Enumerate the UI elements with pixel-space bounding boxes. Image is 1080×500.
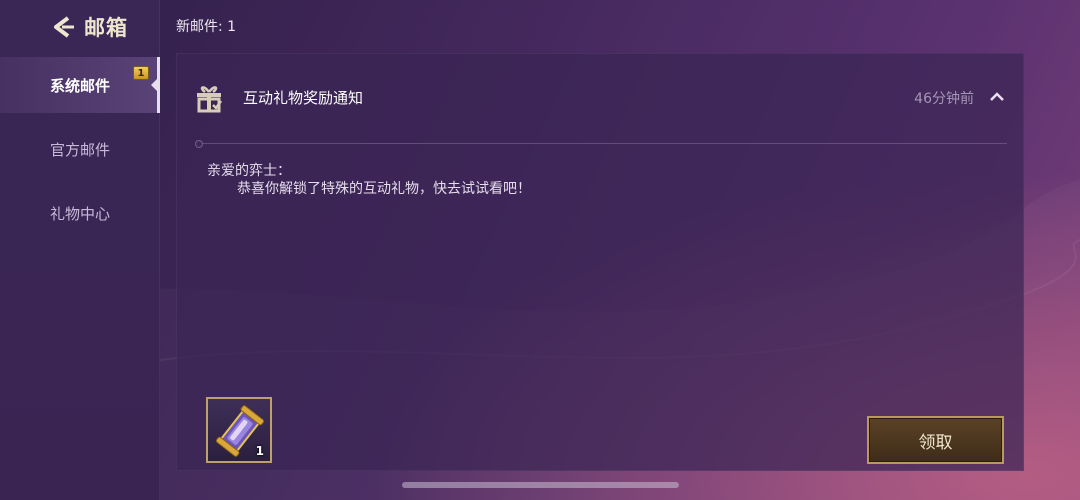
unread-badge: 1 [133,66,149,80]
attachment-quantity: 1 [255,444,264,458]
claim-button[interactable]: 领取 [867,416,1004,464]
attachment-item[interactable]: 1 [206,397,272,463]
sidebar: 邮箱 系统邮件 1 官方邮件 礼物中心 [0,0,160,500]
claim-button-label: 领取 [918,432,953,453]
mail-body: 恭喜你解锁了特殊的互动礼物，快去试试看吧！ [237,181,531,197]
back-button[interactable]: 邮箱 [50,10,128,44]
sidebar-item-gift-center[interactable]: 礼物中心 [0,185,160,241]
mail-time: 46分钟前 [914,91,974,107]
mail-panel: 互动礼物奖励通知 46分钟前 亲爱的弈士： 恭喜你解锁了特殊的互动礼物，快去试试… [176,53,1024,471]
sidebar-item-official-mail[interactable]: 官方邮件 [0,121,160,177]
active-caret-icon [151,79,157,91]
divider-dot [195,140,203,148]
home-indicator[interactable] [402,482,679,488]
divider [199,143,1007,144]
back-arrow-icon [54,16,74,38]
mail-greeting: 亲爱的弈士： [207,163,291,179]
mailbox-title: 邮箱 [84,16,128,40]
mail-title: 互动礼物奖励通知 [243,89,364,107]
new-mail-count: 新邮件: 1 [176,19,237,35]
mail-header[interactable]: 互动礼物奖励通知 46分钟前 [177,54,1025,142]
sidebar-item-label: 系统邮件 [49,76,110,95]
chevron-up-icon[interactable] [989,90,1005,104]
gift-icon [197,86,223,113]
sidebar-item-label: 礼物中心 [49,204,110,223]
sidebar-item-label: 官方邮件 [49,140,110,159]
